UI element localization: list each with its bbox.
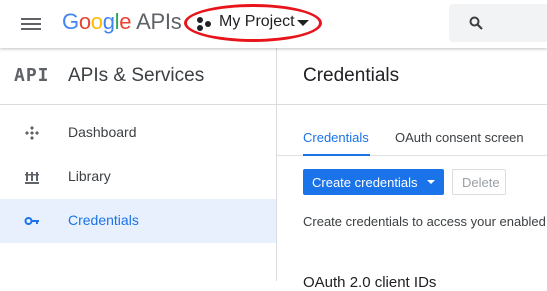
page-title: Credentials xyxy=(303,65,400,86)
logo-letter: e xyxy=(119,9,132,34)
help-text: Create credentials to access your enable… xyxy=(303,214,546,229)
project-icon xyxy=(197,17,213,31)
sidebar-title: APIs & Services xyxy=(68,65,205,86)
delete-label: Delete xyxy=(462,175,500,190)
sidebar-header: API APIs & Services xyxy=(0,48,276,105)
tab-oauth-consent-screen[interactable]: OAuth consent screen xyxy=(395,130,524,145)
google-apis-logo[interactable]: Google APIs xyxy=(62,8,182,36)
sidebar-item-dashboard[interactable]: Dashboard xyxy=(0,111,276,155)
tab-credentials[interactable]: Credentials xyxy=(303,130,369,145)
section-heading: OAuth 2.0 client IDs xyxy=(303,274,437,291)
logo-letter: G xyxy=(62,9,79,34)
logo-letter: g xyxy=(102,9,115,34)
menu-icon[interactable] xyxy=(21,15,43,33)
main-content: Credentials Credentials OAuth consent sc… xyxy=(277,48,547,291)
chevron-down-icon xyxy=(297,20,309,26)
chevron-down-icon xyxy=(427,180,435,184)
sidebar-item-label: Dashboard xyxy=(68,124,137,140)
active-tab-indicator xyxy=(303,154,370,156)
project-selector[interactable]: My Project xyxy=(184,4,322,42)
search-icon xyxy=(469,16,483,30)
sidebar-item-label: Library xyxy=(68,168,111,184)
project-name: My Project xyxy=(219,13,295,30)
sidebar: API APIs & Services Dashboard Library Cr… xyxy=(0,48,277,281)
dashboard-icon xyxy=(25,126,39,140)
logo-letter: o xyxy=(78,9,91,34)
delete-button[interactable]: Delete xyxy=(452,169,506,195)
top-app-bar: Google APIs My Project xyxy=(0,0,547,48)
create-credentials-button[interactable]: Create credentials xyxy=(303,169,444,195)
search-bar[interactable] xyxy=(449,4,547,42)
sidebar-item-library[interactable]: Library xyxy=(0,155,276,199)
create-credentials-label: Create credentials xyxy=(312,175,418,190)
page-header: Credentials xyxy=(277,48,547,105)
sidebar-item-credentials[interactable]: Credentials xyxy=(0,199,276,243)
api-logo-icon: API xyxy=(14,65,50,86)
logo-letter: o xyxy=(90,9,103,34)
key-icon xyxy=(24,217,39,225)
library-icon xyxy=(25,172,39,184)
sidebar-item-label: Credentials xyxy=(68,212,139,228)
logo-product-name: APIs xyxy=(136,9,182,34)
